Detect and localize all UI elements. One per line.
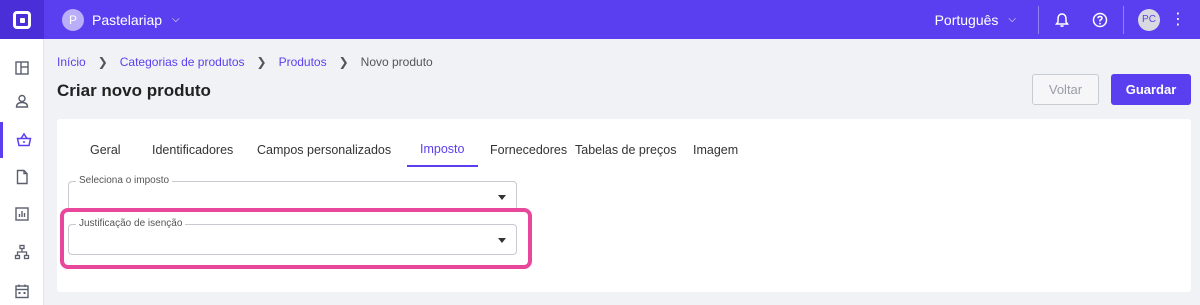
chevron-down-icon: ⌵: [1008, 14, 1016, 25]
breadcrumb-link-categories[interactable]: Categorias de produtos: [120, 55, 245, 69]
sidebar: [0, 39, 44, 305]
page-title: Criar novo produto: [57, 81, 211, 100]
language-selector[interactable]: Português ⌵: [935, 12, 1016, 28]
logo-icon: [13, 10, 31, 29]
chevron-right-icon: ❯: [256, 55, 267, 69]
chevron-right-icon: ❯: [97, 55, 108, 69]
organization-badge: P: [62, 8, 84, 31]
sidebar-item-documents[interactable]: [0, 159, 44, 195]
tab-general[interactable]: Geral: [90, 133, 152, 167]
chevron-right-icon: ❯: [338, 55, 349, 69]
dashboard-icon: [15, 61, 29, 75]
highlight-box: [60, 208, 532, 269]
back-button[interactable]: Voltar: [1032, 74, 1099, 105]
divider: [1038, 5, 1039, 34]
calendar-icon: [15, 284, 29, 299]
breadcrumb-current: Novo produto: [360, 55, 433, 69]
caret-down-icon: [498, 195, 506, 200]
sidebar-item-calendar[interactable]: [0, 273, 44, 305]
document-icon: [16, 169, 28, 185]
help-icon[interactable]: [1091, 11, 1109, 29]
tab-bar: Geral Identificadores Campos personaliza…: [57, 133, 753, 167]
divider: [1123, 5, 1124, 34]
breadcrumb: Início ❯ Categorias de produtos ❯ Produt…: [57, 55, 433, 69]
avatar[interactable]: PC: [1138, 8, 1160, 31]
tax-select-label: Seleciona o imposto: [76, 175, 173, 186]
chevron-down-icon: ⌵: [172, 14, 180, 25]
user-icon: [15, 94, 29, 108]
sidebar-item-reports[interactable]: [0, 196, 44, 232]
breadcrumb-link-products[interactable]: Produtos: [279, 55, 327, 69]
tab-suppliers[interactable]: Fornecedores: [478, 133, 575, 167]
chart-icon: [15, 207, 29, 221]
sidebar-item-integrations[interactable]: [0, 234, 44, 270]
tab-price-tables[interactable]: Tabelas de preços: [575, 133, 693, 167]
more-options-icon[interactable]: ⋮: [1170, 11, 1186, 28]
organization-name: Pastelariap: [92, 11, 163, 28]
sidebar-item-users[interactable]: [0, 83, 44, 119]
organization-switcher[interactable]: P Pastelariap ⌵: [62, 8, 180, 31]
language-label: Português: [934, 11, 999, 28]
sidebar-item-products[interactable]: [0, 122, 44, 158]
top-bar: P Pastelariap ⌵ Português ⌵ PC ⋮: [0, 0, 1200, 39]
tab-custom-fields[interactable]: Campos personalizados: [257, 133, 407, 167]
breadcrumb-link-home[interactable]: Início: [57, 55, 86, 69]
basket-icon: [16, 132, 31, 147]
network-icon: [14, 244, 30, 260]
app-logo[interactable]: [0, 0, 44, 39]
tab-identifiers[interactable]: Identificadores: [152, 133, 257, 167]
tab-image[interactable]: Imagem: [693, 133, 753, 167]
bell-icon[interactable]: [1053, 11, 1071, 29]
save-button[interactable]: Guardar: [1111, 74, 1191, 105]
tab-tax[interactable]: Imposto: [407, 133, 478, 167]
tax-select[interactable]: Seleciona o imposto: [68, 175, 517, 211]
sidebar-item-dashboard[interactable]: [0, 50, 44, 86]
